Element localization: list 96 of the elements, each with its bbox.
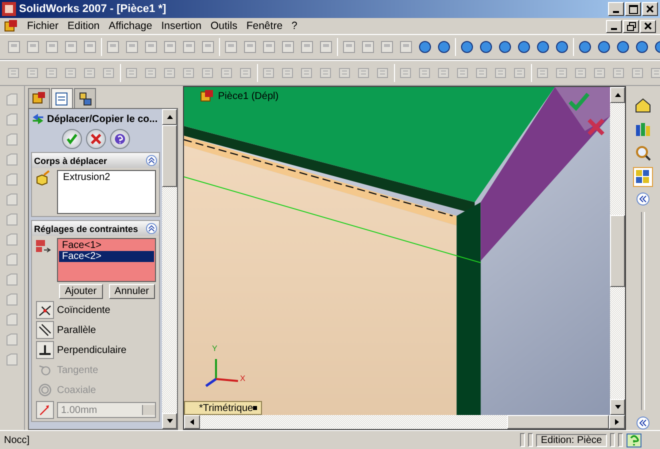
appearance-icon[interactable] [634,168,652,186]
collapse-icon[interactable] [146,155,157,166]
search-icon[interactable] [634,144,652,162]
tool-icon[interactable] [417,39,433,55]
panel-button[interactable]: Ajouter [58,284,103,299]
arrow-right-icon [614,419,620,425]
close-icon[interactable] [586,117,606,137]
restore-button[interactable] [623,20,639,32]
configuration-icon [77,90,93,106]
axis-label: Y [212,345,218,353]
maximize-icon [628,4,638,14]
faces-selection-icon [35,238,51,254]
app-logo-icon [2,2,16,16]
feature-tree-label[interactable]: Pièce1 (Dépl) [218,91,279,102]
body-selection-icon [35,170,51,186]
arrow-down-icon [614,404,620,410]
menu-item[interactable]: Edition [68,20,100,32]
tool-icon[interactable] [535,39,551,55]
tool-icon[interactable] [516,39,532,55]
part-icon[interactable] [200,90,214,103]
mate-option-label[interactable]: Parallèle [57,324,96,336]
vertical-scrollbar[interactable] [162,109,177,429]
parallel-lines-icon[interactable] [37,322,53,338]
close-button[interactable] [642,2,658,16]
arrow-down-icon [166,418,172,424]
collapse-icon[interactable] [146,223,157,234]
dropdown-icon[interactable] [253,406,257,410]
collapse-icon[interactable] [636,416,650,430]
tool-icon[interactable] [554,39,570,55]
library-icon[interactable] [634,120,652,138]
view-orientation-tab[interactable]: *Trimétrique [184,401,262,415]
manager-tab[interactable] [28,88,50,108]
cross-icon [90,133,102,145]
menu-item[interactable]: Outils [210,20,238,32]
manager-tab[interactable] [51,88,73,108]
property-sheet-icon [54,90,70,106]
move-copy-icon [31,112,45,126]
document-logo-icon[interactable] [4,20,18,32]
coincident-icon[interactable] [37,302,53,318]
manager-tab[interactable] [74,88,96,108]
vertical-scrollbar[interactable] [610,87,625,415]
close-icon [646,5,654,13]
axis-label: X [240,375,246,383]
distance-icon [37,402,53,418]
ok-button[interactable] [62,129,82,149]
scroll-thumb[interactable] [507,415,609,429]
tool-icon[interactable] [497,39,513,55]
tool-icon[interactable] [615,39,631,55]
maximize-button[interactable] [625,2,641,16]
mate-option-label[interactable]: Perpendiculaire [57,344,126,356]
group-header[interactable]: Corps à déplacer [32,153,159,168]
minimize-button[interactable] [606,20,622,32]
tool-icon[interactable] [478,39,494,55]
tool-icon[interactable] [634,39,650,55]
list-item[interactable]: Extrusion2 [60,172,153,183]
arrow-left-icon [189,419,195,425]
home-icon[interactable] [634,96,652,114]
collapse-icon[interactable] [636,192,650,206]
scroll-thumb[interactable] [610,215,625,287]
mate-option-label[interactable]: Coïncidente [57,304,110,316]
minimize-button[interactable] [608,2,624,16]
part-icon [31,90,47,106]
help-icon [114,133,126,145]
menu-item[interactable]: Affichage [108,20,152,32]
close-icon [644,22,652,30]
tool-icon[interactable] [436,39,452,55]
help-icon[interactable] [626,432,642,448]
menu-item[interactable]: ? [292,20,298,32]
tool-icon[interactable] [596,39,612,55]
window-title: SolidWorks 2007 - [Pièce1 *] [19,3,166,15]
check-mark-icon[interactable] [568,91,590,111]
arrow-up-icon [166,114,172,120]
check-mark-icon [66,133,78,145]
tool-icon[interactable] [459,39,475,55]
perpendicular-icon[interactable] [37,342,53,358]
close-button[interactable] [640,20,656,32]
list-item[interactable]: Face<1> [59,240,154,251]
menu-item[interactable]: Fichier [27,20,59,32]
scroll-thumb[interactable] [162,125,177,187]
list-item[interactable]: Face<2> [59,251,154,262]
part-model-drawing[interactable] [184,87,610,415]
tool-icon[interactable] [577,39,593,55]
bodies-list[interactable]: Extrusion2 [57,170,156,214]
cancel-button[interactable] [86,129,106,149]
panel-button[interactable]: Annuler [108,284,155,299]
arrow-up-icon [614,92,620,98]
group-header[interactable]: Réglages de contraintes [32,221,159,236]
edit-mode-indicator: Edition: Pièce [536,434,607,446]
restore-icon [626,22,636,30]
horizontal-scrollbar[interactable] [184,415,625,429]
menu-item[interactable]: Insertion [161,20,202,32]
panel-title: Déplacer/Copier le co... [47,114,158,124]
help-button[interactable] [110,129,130,149]
menu-item[interactable]: Fenêtre [246,20,283,32]
status-message: Nocc] [4,434,30,446]
faces-list[interactable]: Face<1> Face<2> [57,238,156,282]
